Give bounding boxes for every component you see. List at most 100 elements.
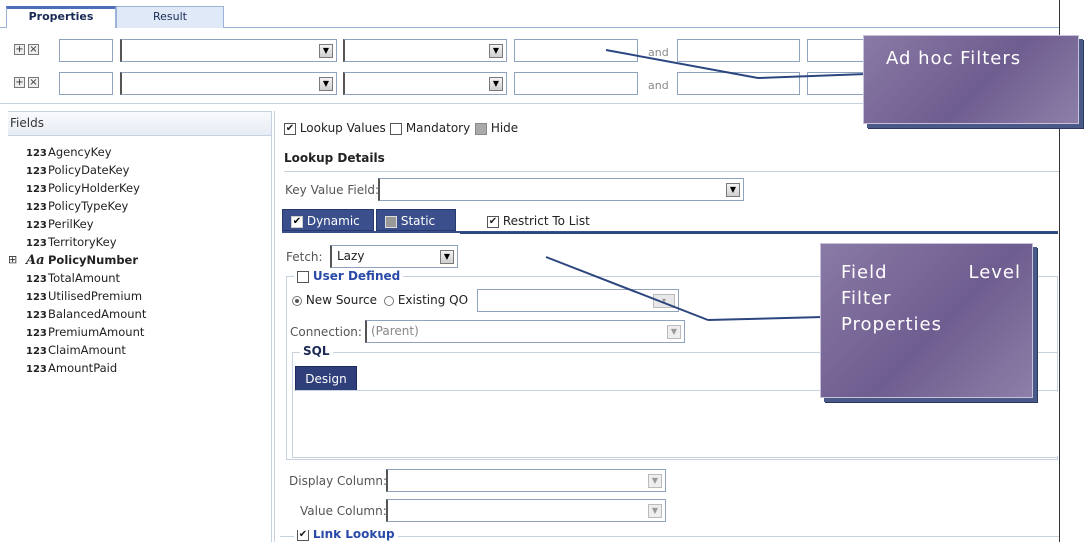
user-defined-checkbox[interactable] [297,270,309,283]
mandatory-option[interactable]: Mandatory [390,121,470,135]
field-item[interactable]: 123PremiumAmount [26,325,144,339]
numeric-type-icon: 123 [26,364,47,375]
new-source-option[interactable]: New Source [292,293,377,307]
and-label: and [648,46,669,59]
user-defined-label: User Defined [312,269,401,283]
field-item[interactable]: 123TerritoryKey [26,235,117,249]
field-name: PolicyTypeKey [48,199,129,213]
design-button[interactable]: Design [295,366,357,391]
chevron-down-icon[interactable]: ▼ [648,474,662,488]
filter-prefix-input[interactable] [59,72,113,95]
filter-operator-select[interactable]: ▼ [343,39,507,62]
filter-suffix-input[interactable] [807,72,867,95]
mandatory-checkbox[interactable] [390,122,402,135]
field-level-callout: Field Level Filter Properties [820,243,1033,398]
link-lookup-label: Link Lookup [312,530,395,541]
connection-value: (Parent) [371,324,419,338]
chevron-down-icon[interactable]: ▼ [489,77,503,91]
field-item[interactable]: 123PolicyDateKey [26,163,129,177]
hide-option[interactable]: Hide [475,121,518,135]
field-item[interactable]: 123AmountPaid [26,361,117,375]
field-item[interactable]: Aa PolicyNumber [26,253,138,268]
user-defined-option[interactable]: User Defined [294,269,404,283]
hide-label: Hide [490,121,519,135]
display-column-label: Display Column: [289,474,388,488]
filter-suffix-input[interactable] [807,39,867,62]
and-label: and [648,79,669,92]
chevron-down-icon[interactable]: ▼ [648,504,662,518]
filter-value-to-input[interactable] [677,39,800,62]
restrict-to-list-checkbox[interactable]: ✔ [487,215,499,228]
tab-properties[interactable]: Properties [6,6,116,28]
existing-qo-option[interactable]: Existing QO [384,293,468,307]
numeric-type-icon: 123 [26,202,47,213]
field-item[interactable]: 123PerilKey [26,217,94,231]
lookup-values-option[interactable]: ✔ Lookup Values [284,121,386,135]
filter-operator-select[interactable]: ▼ [343,72,507,95]
field-item[interactable]: 123PolicyTypeKey [26,199,128,213]
lookup-values-label: Lookup Values [299,121,386,135]
filter-field-select[interactable]: ▼ [120,72,337,95]
dynamic-toggle[interactable]: ✔ Dynamic [282,209,374,231]
add-filter-icon[interactable]: + [14,44,25,55]
new-source-radio[interactable] [292,295,302,306]
dynamic-checkbox[interactable]: ✔ [291,215,303,228]
field-name: ClaimAmount [48,343,126,357]
tree-expand-icon[interactable]: ⊞ [8,253,17,266]
restrict-to-list-option[interactable]: ✔ Restrict To List [487,214,590,228]
field-item[interactable]: 123ClaimAmount [26,343,126,357]
filter-prefix-input[interactable] [59,39,113,62]
link-lookup-checkbox[interactable]: ✔ [297,530,309,541]
chevron-down-icon[interactable]: ▼ [726,183,740,197]
chevron-down-icon[interactable]: ▼ [440,250,454,264]
ad-hoc-filters-callout: Ad hoc Filters [863,35,1079,124]
new-source-label: New Source [305,293,378,307]
field-name: AgencyKey [48,145,112,159]
chevron-down-icon[interactable]: ▾ [653,294,675,308]
static-toggle[interactable]: Static [376,209,456,231]
connection-label: Connection: [290,325,362,339]
value-column-select[interactable]: ▼ [386,499,666,522]
link-lookup-option[interactable]: ✔ Link Lookup [294,530,398,541]
numeric-type-icon: 123 [26,328,47,339]
display-column-select[interactable]: ▼ [386,469,666,492]
field-item[interactable]: 123TotalAmount [26,271,120,285]
numeric-type-icon: 123 [26,238,47,249]
field-item[interactable]: 123BalancedAmount [26,307,146,321]
lookup-values-checkbox[interactable]: ✔ [284,122,296,135]
field-item[interactable]: 123PolicyHolderKey [26,181,140,195]
remove-filter-icon[interactable]: × [28,44,39,55]
filter-value-from-input[interactable] [514,72,638,95]
key-value-field-select[interactable]: ▼ [378,178,744,201]
key-value-field-label: Key Value Field: [285,183,380,197]
chevron-down-icon[interactable]: ▼ [319,77,333,91]
static-checkbox[interactable] [385,215,397,228]
sql-heading: SQL [300,344,333,358]
filter-field-select[interactable]: ▼ [120,39,337,62]
fields-title: Fields [8,112,271,136]
numeric-type-icon: 123 [26,346,47,357]
filter-value-to-input[interactable] [677,72,800,95]
field-item[interactable]: 123AgencyKey [26,145,112,159]
remove-filter-icon[interactable]: × [28,77,39,88]
sql-editor[interactable] [294,392,1058,456]
numeric-type-icon: 123 [26,166,47,177]
existing-qo-radio[interactable] [384,295,394,306]
static-label: Static [400,214,436,228]
fetch-select[interactable]: Lazy ▼ [330,245,458,268]
add-filter-icon[interactable]: + [14,77,25,88]
tab-result[interactable]: Result [116,6,224,28]
field-item[interactable]: 123UtilisedPremium [26,289,142,303]
tab-bar: Properties Result [0,0,1060,28]
value-column-label: Value Column: [300,504,387,518]
existing-qo-select[interactable]: ▾ [477,289,679,312]
field-level-text-line3: Properties [841,314,942,335]
chevron-down-icon[interactable]: ▼ [489,44,503,58]
connection-select[interactable]: (Parent) ▼ [365,320,685,343]
chevron-down-icon[interactable]: ▼ [319,44,333,58]
filter-value-from-input[interactable] [514,39,638,62]
mandatory-label: Mandatory [405,121,471,135]
chevron-down-icon[interactable]: ▼ [667,325,681,339]
hide-checkbox[interactable] [475,122,487,135]
field-name: PolicyDateKey [48,163,130,177]
